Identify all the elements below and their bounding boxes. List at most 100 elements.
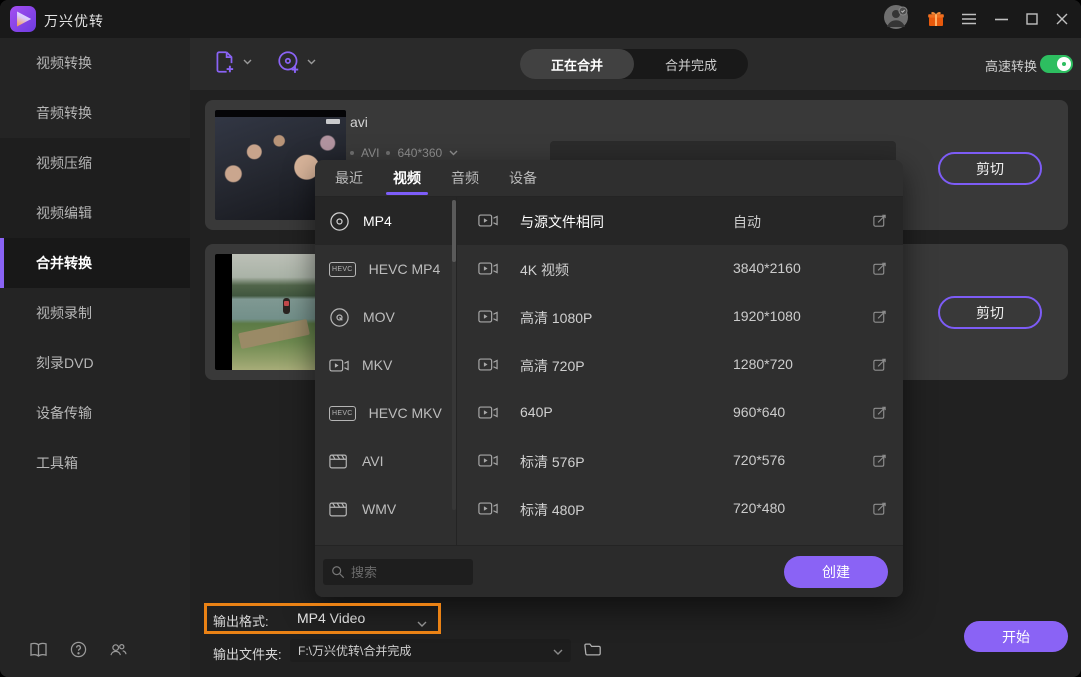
resolution-item-4k[interactable]: 4K 视频 3840*2160 [457,245,903,293]
resolution-item-1080p[interactable]: 高清 1080P 1920*1080 [457,293,903,341]
disc-icon [329,307,350,328]
format-item-wmv[interactable]: WMV [315,485,456,533]
resolution-name: 标清 480P [520,500,585,520]
sidebar-item-video-convert[interactable]: 视频转换 [0,38,190,88]
add-disc-button[interactable] [276,49,316,75]
edit-icon[interactable] [872,213,887,228]
popup-tab-device[interactable]: 设备 [509,160,537,197]
sidebar-item-toolbox[interactable]: 工具箱 [0,438,190,488]
format-search-input[interactable] [351,565,461,580]
minimize-icon [995,18,1008,21]
edit-icon[interactable] [872,501,887,516]
users-icon [109,642,128,657]
format-item-mov[interactable]: MOV [315,293,456,341]
format-name: HEVC MKV [369,405,442,421]
format-search-box[interactable] [323,559,473,585]
format-name: WMV [362,501,396,517]
create-button[interactable]: 创建 [784,556,888,588]
output-folder-label: 输出文件夹: [213,644,282,663]
sidebar-item-device-transfer[interactable]: 设备传输 [0,388,190,438]
resolution-name: 标清 576P [520,452,585,472]
avatar[interactable] [883,5,909,29]
community-button[interactable] [106,637,130,661]
edit-icon[interactable] [872,405,887,420]
sidebar-item-merge-convert[interactable]: 合并转换 [0,238,190,288]
thumbnail-detail [283,298,290,314]
close-icon [1056,13,1068,25]
cut-button[interactable]: 剪切 [938,296,1042,329]
chevron-down-icon [307,59,316,65]
format-name: MKV [362,357,392,373]
sidebar-item-label: 合并转换 [36,253,92,273]
format-item-mp4[interactable]: MP4 [315,197,456,245]
resolution-name: 4K 视频 [520,260,569,280]
browse-folder-button[interactable] [584,642,602,662]
chevron-down-icon[interactable] [449,150,458,156]
disc-icon [329,211,350,232]
resolution-item-same-as-source[interactable]: 与源文件相同 自动 [457,197,903,245]
sidebar-item-video-edit[interactable]: 视频编辑 [0,188,190,238]
popup-tab-label: 最近 [335,168,363,188]
gift-icon [927,10,945,28]
resolution-item-640p[interactable]: 640P 960*640 [457,389,903,437]
file-format: AVI [361,146,379,160]
hevc-badge-icon: HEVC [329,406,356,421]
output-folder-input[interactable] [298,644,553,658]
chevron-down-icon[interactable] [553,642,563,660]
format-item-hevc-mp4[interactable]: HEVC HEVC MP4 [315,245,456,293]
menu-icon [961,13,977,25]
resolution-name: 640P [520,404,553,420]
sidebar-item-audio-convert[interactable]: 音频转换 [0,88,190,138]
popup-tab-video[interactable]: 视频 [393,160,421,197]
output-format-dropdown[interactable]: MP4 Video [297,610,365,626]
add-file-icon [212,49,238,75]
tab-merging[interactable]: 正在合并 [520,49,634,79]
start-button[interactable]: 开始 [964,621,1068,652]
resolution-name: 高清 1080P [520,308,592,328]
guide-button[interactable] [26,637,50,661]
menu-button[interactable] [956,7,982,31]
sidebar-item-label: 视频转换 [36,53,92,73]
edit-icon[interactable] [872,453,887,468]
chevron-down-icon[interactable] [417,614,427,632]
resolution-item-576p[interactable]: 标清 576P 720*576 [457,437,903,485]
sidebar-item-label: 视频录制 [36,303,92,323]
format-item-hevc-mkv[interactable]: HEVC HEVC MKV [315,389,456,437]
popup-tab-recent[interactable]: 最近 [335,160,363,197]
resolution-item-720p[interactable]: 高清 720P 1280*720 [457,341,903,389]
resolution-name: 高清 720P [520,356,585,376]
merge-status-tabs: 正在合并 合并完成 [520,49,748,79]
letterbox-bar [215,110,346,117]
maximize-button[interactable] [1019,7,1045,31]
cut-button[interactable]: 剪切 [938,152,1042,185]
edit-icon[interactable] [872,309,887,324]
bullet-icon [350,151,354,155]
output-folder-dropdown[interactable] [290,639,571,662]
edit-icon[interactable] [872,261,887,276]
popup-tab-label: 视频 [393,168,421,188]
sidebar-item-screen-record[interactable]: 视频录制 [0,288,190,338]
output-format-popup: 最近 视频 音频 设备 MP4 HEVC HEVC MP4 MOV MKV [315,160,903,597]
popup-tab-audio[interactable]: 音频 [451,160,479,197]
book-icon [29,642,48,657]
popup-tab-label: 设备 [509,168,537,188]
sidebar-item-label: 设备传输 [36,403,92,423]
toolbar: 正在合并 合并完成 高速转换 [190,38,1081,90]
help-button[interactable] [66,637,90,661]
app-logo [10,6,36,32]
add-file-button[interactable] [212,49,252,75]
close-button[interactable] [1049,7,1075,31]
gift-button[interactable] [923,7,949,31]
sidebar-item-burn-dvd[interactable]: 刻录DVD [0,338,190,388]
format-list: MP4 HEVC HEVC MP4 MOV MKV HEVC HEVC MKV … [315,197,456,545]
format-item-mkv[interactable]: MKV [315,341,456,389]
edit-icon[interactable] [872,357,887,372]
preset-video-icon [478,357,498,372]
high-speed-toggle[interactable] [1040,55,1073,73]
format-item-avi[interactable]: AVI [315,437,456,485]
resolution-value: 720*576 [733,452,785,468]
sidebar-item-video-compress[interactable]: 视频压缩 [0,138,190,188]
resolution-item-480p[interactable]: 标清 480P 720*480 [457,485,903,533]
tab-merge-finished[interactable]: 合并完成 [634,49,748,79]
minimize-button[interactable] [988,7,1014,31]
